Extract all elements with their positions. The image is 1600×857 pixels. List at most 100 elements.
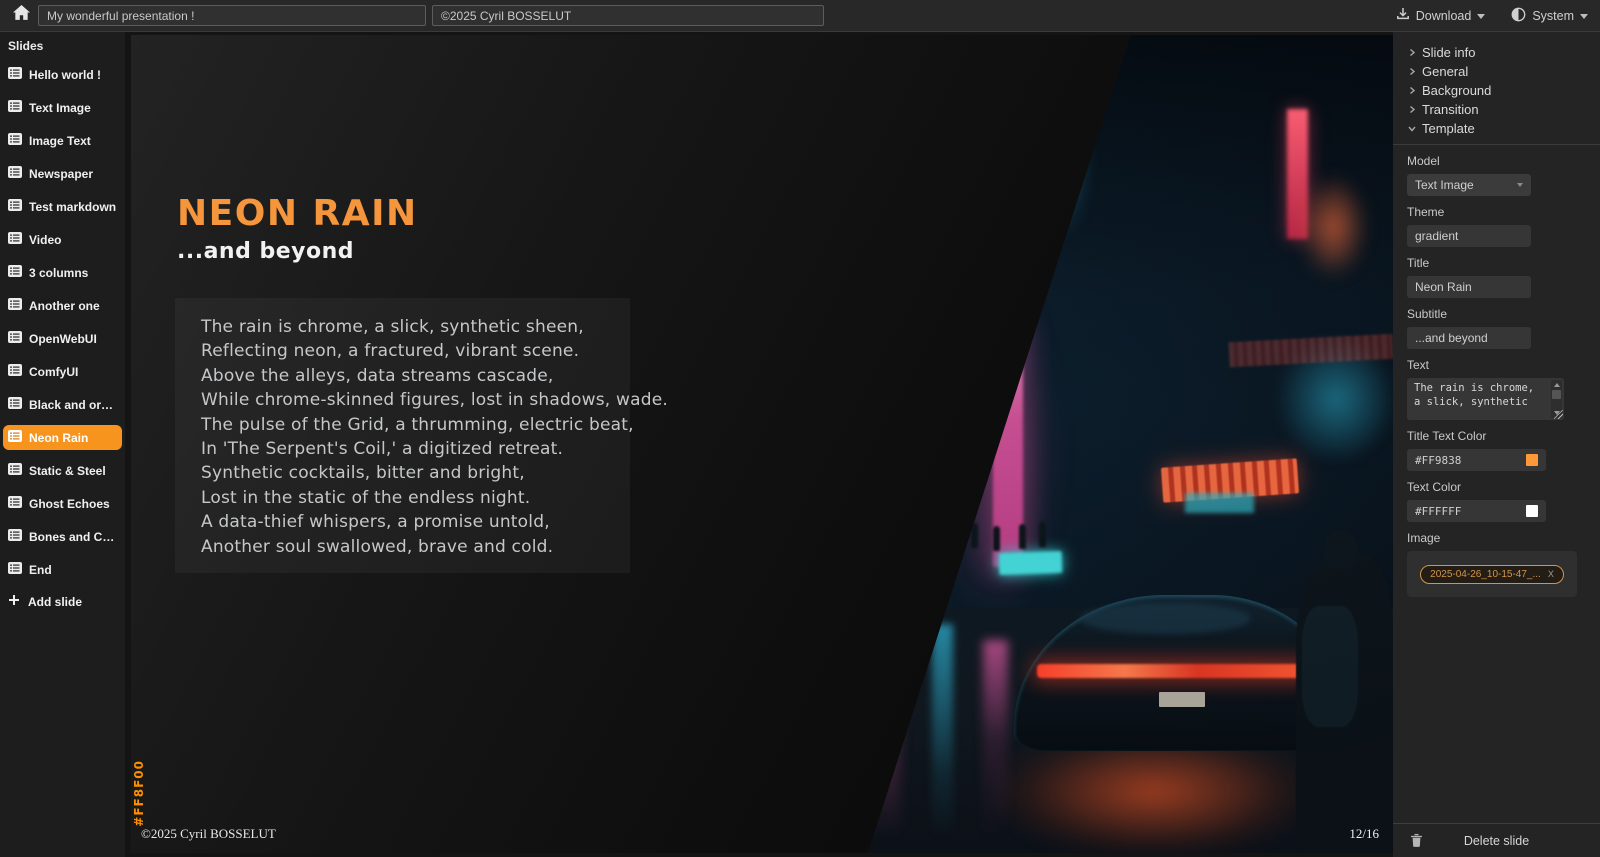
poem-line: Reflecting neon, a fractured, vibrant sc…: [201, 339, 604, 363]
chevron-down-icon: [1580, 14, 1588, 19]
download-button[interactable]: Download: [1396, 7, 1486, 24]
sidebar-item-neon-rain-selected[interactable]: Neon Rain: [3, 425, 122, 450]
image-file-name: 2025-04-26_10-15-47_...: [1430, 569, 1541, 580]
top-bar: Download System: [0, 0, 1600, 32]
sidebar-item-black-and-orange[interactable]: Black and orange: [3, 392, 122, 417]
slide-body-text: The rain is chrome, a slick, synthetic s…: [175, 298, 630, 573]
sidebar-item-bones-and-chrome[interactable]: Bones and Chro...: [3, 524, 122, 549]
poem-line: The pulse of the Grid, a thrumming, elec…: [201, 413, 604, 437]
sidebar-item-text-image[interactable]: Text Image: [3, 95, 122, 120]
accordion-general[interactable]: General: [1407, 63, 1580, 80]
add-slide-label: Add slide: [28, 595, 82, 609]
sidebar-item-hello-world[interactable]: Hello world !: [3, 62, 122, 87]
text-color-input[interactable]: #FFFFFF: [1407, 500, 1546, 522]
sidebar-item-label: Image Text: [29, 134, 91, 148]
slides-sidebar: Slides Hello world ! Text Image Image Te…: [0, 32, 125, 857]
trash-icon[interactable]: [1410, 833, 1423, 853]
accordion-label: Template: [1422, 121, 1475, 136]
scrollbar-thumb[interactable]: [1552, 390, 1561, 399]
sidebar-item-newspaper[interactable]: Newspaper: [3, 161, 122, 186]
properties-panel: Slide info General Background Transition…: [1393, 32, 1600, 857]
sidebar-item-label: Video: [29, 233, 61, 247]
text-textarea[interactable]: The rain is chrome, a slick, synthetic: [1407, 378, 1564, 420]
sidebar-item-label: Static & Steel: [29, 464, 106, 478]
accordion-label: Slide info: [1422, 45, 1475, 60]
title-text-color-swatch[interactable]: [1526, 454, 1538, 466]
sidebar-item-label: Another one: [29, 299, 100, 313]
title-text-color-value: #FF9838: [1415, 454, 1461, 467]
model-select[interactable]: Text Image: [1407, 174, 1531, 196]
sidebar-item-label: 3 columns: [29, 266, 88, 280]
sidebar-item-image-text[interactable]: Image Text: [3, 128, 122, 153]
download-icon: [1396, 7, 1410, 24]
presentation-title-input[interactable]: [38, 5, 426, 26]
system-theme-button[interactable]: System: [1511, 7, 1588, 25]
slide-footer-copyright: ©2025 Cyril BOSSELUT: [141, 826, 276, 842]
slide-list-icon: [8, 331, 22, 346]
slide-subtitle: ...and beyond: [177, 239, 354, 264]
panel-separator: [1393, 144, 1600, 145]
home-icon: [13, 5, 30, 26]
textarea-resize-grip[interactable]: [1554, 410, 1563, 419]
poem-line: While chrome-skinned figures, lost in sh…: [201, 388, 604, 412]
slide-list-icon: [8, 529, 22, 544]
title-text-color-input[interactable]: #FF9838: [1407, 449, 1546, 471]
chevron-right-icon: [1407, 48, 1416, 57]
text-color-value: #FFFFFF: [1415, 505, 1461, 518]
sidebar-item-comfyui[interactable]: ComfyUI: [3, 359, 122, 384]
title-text-color-label: Title Text Color: [1407, 429, 1580, 443]
slide-title: NEON RAIN: [177, 193, 418, 234]
chevron-right-icon: [1407, 67, 1416, 76]
text-color-swatch[interactable]: [1526, 505, 1538, 517]
sidebar-item-video[interactable]: Video: [3, 227, 122, 252]
title-field-label: Title: [1407, 256, 1580, 270]
title-input-value: Neon Rain: [1415, 280, 1472, 294]
delete-slide-bar: Delete slide: [1393, 823, 1600, 857]
subtitle-input-value: ...and beyond: [1415, 331, 1488, 345]
sidebar-item-ghost-echoes[interactable]: Ghost Echoes: [3, 491, 122, 516]
accordion-slide-info[interactable]: Slide info: [1407, 44, 1580, 61]
text-textarea-value: The rain is chrome, a slick, synthetic: [1414, 382, 1534, 408]
chip-close-icon[interactable]: X: [1548, 569, 1554, 579]
accordion-template-expanded[interactable]: Template: [1407, 120, 1580, 137]
image-dropzone[interactable]: 2025-04-26_10-15-47_... X: [1407, 551, 1577, 597]
select-caret-icon: [1517, 183, 1523, 187]
slide-list-icon: [8, 298, 22, 313]
accordion-background[interactable]: Background: [1407, 82, 1580, 99]
sidebar-item-static-steel[interactable]: Static & Steel: [3, 458, 122, 483]
theme-input[interactable]: gradient: [1407, 225, 1531, 247]
sidebar-item-label: Neon Rain: [29, 431, 88, 445]
slide-canvas: NEON RAIN ...and beyond The rain is chro…: [131, 35, 1393, 853]
subtitle-field-label: Subtitle: [1407, 307, 1580, 321]
sidebar-item-openwebui[interactable]: OpenWebUI: [3, 326, 122, 351]
home-button[interactable]: [10, 5, 32, 27]
sidebar-item-label: Text Image: [29, 101, 91, 115]
presentation-copyright-input[interactable]: [432, 5, 824, 26]
sidebar-item-end[interactable]: End: [3, 557, 122, 582]
slide-list-icon: [8, 430, 22, 445]
sidebar-item-label: Ghost Echoes: [29, 497, 110, 511]
sidebar-item-test-markdown[interactable]: Test markdown: [3, 194, 122, 219]
sidebar-item-label: Black and orange: [29, 398, 117, 412]
scroll-up-arrow-icon[interactable]: [1554, 383, 1560, 387]
slide-list-icon: [8, 463, 22, 478]
image-file-chip[interactable]: 2025-04-26_10-15-47_... X: [1420, 565, 1564, 584]
accordion-label: Transition: [1422, 102, 1479, 117]
poem-line: Lost in the static of the endless night.: [201, 486, 604, 510]
delete-slide-button[interactable]: Delete slide: [1393, 834, 1600, 848]
text-field-label: Text: [1407, 358, 1580, 372]
sidebar-heading: Slides: [0, 37, 125, 62]
poem-line: In 'The Serpent's Coil,' a digitized ret…: [201, 437, 604, 461]
sidebar-item-3-columns[interactable]: 3 columns: [3, 260, 122, 285]
slide-list-icon: [8, 562, 22, 577]
properties-panel-content: Slide info General Background Transition…: [1393, 32, 1600, 823]
subtitle-input[interactable]: ...and beyond: [1407, 327, 1531, 349]
slide-list-icon: [8, 100, 22, 115]
model-select-value: Text Image: [1415, 178, 1474, 192]
slide-list-icon: [8, 67, 22, 82]
add-slide-button[interactable]: Add slide: [0, 590, 125, 613]
title-input[interactable]: Neon Rain: [1407, 276, 1531, 298]
accordion-transition[interactable]: Transition: [1407, 101, 1580, 118]
slide-list-icon: [8, 397, 22, 412]
sidebar-item-another-one[interactable]: Another one: [3, 293, 122, 318]
